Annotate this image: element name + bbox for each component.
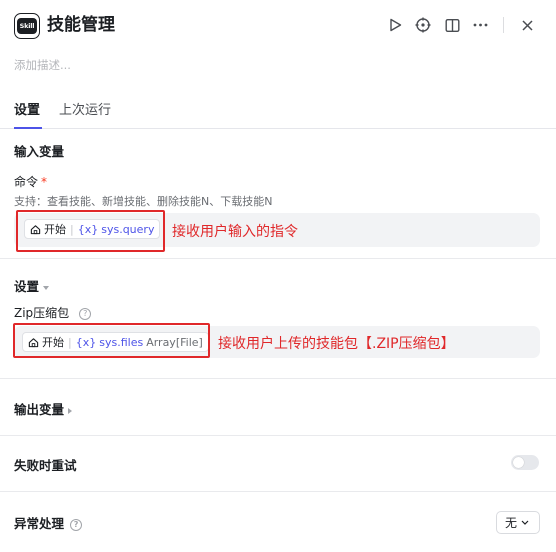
error-title-text: 异常处理 bbox=[14, 516, 65, 531]
skill-app-icon-text: Skill bbox=[17, 18, 37, 34]
header-separator bbox=[503, 17, 504, 33]
tab-last-run[interactable]: 上次运行 bbox=[59, 99, 111, 118]
command-hint: 支持：查看技能、新增技能、删除技能N、下载技能N bbox=[14, 195, 273, 208]
tab-bar: 设置 上次运行 bbox=[0, 92, 556, 129]
description-input[interactable]: 添加描述... bbox=[14, 57, 71, 73]
error-handling-title: 异常处理? bbox=[14, 513, 83, 532]
page-title: 技能管理 bbox=[47, 15, 115, 35]
command-label: 命令 * bbox=[14, 173, 47, 190]
required-mark: * bbox=[41, 175, 48, 189]
zip-annotation: 接收用户上传的技能包【.ZIP压缩包】 bbox=[218, 336, 455, 352]
retry-toggle[interactable] bbox=[511, 455, 539, 470]
locate-icon[interactable] bbox=[412, 14, 434, 36]
panel-header: Skill 技能管理 bbox=[0, 0, 556, 52]
highlight-box-zip bbox=[13, 323, 210, 358]
play-icon[interactable] bbox=[384, 14, 406, 36]
section-divider bbox=[0, 378, 556, 379]
output-variables-title[interactable]: 输出变量 bbox=[14, 399, 73, 418]
error-handling-value: 无 bbox=[505, 516, 518, 530]
skill-app-icon: Skill bbox=[14, 13, 40, 39]
error-handling-select[interactable]: 无 bbox=[496, 511, 540, 534]
section-divider bbox=[0, 435, 556, 436]
toggle-knob bbox=[513, 457, 524, 468]
highlight-box-command bbox=[16, 210, 165, 252]
help-icon[interactable]: ? bbox=[79, 307, 92, 320]
more-icon[interactable] bbox=[469, 14, 491, 36]
panel-icon[interactable] bbox=[441, 14, 463, 36]
section-divider bbox=[0, 491, 556, 492]
input-variables-title: 输入变量 bbox=[14, 144, 65, 159]
chevron-down-icon bbox=[43, 285, 50, 290]
active-tab-indicator bbox=[14, 127, 42, 129]
chevron-right-icon bbox=[68, 407, 73, 414]
zip-label: Zip压缩包? bbox=[14, 304, 92, 321]
command-annotation: 接收用户输入的指令 bbox=[172, 224, 298, 240]
section-divider bbox=[0, 258, 556, 259]
close-icon[interactable] bbox=[516, 14, 538, 36]
retry-title: 失败时重试 bbox=[14, 458, 77, 473]
zip-label-text: Zip压缩包 bbox=[14, 306, 70, 320]
help-icon[interactable]: ? bbox=[70, 518, 83, 531]
settings-section-title[interactable]: 设置 bbox=[14, 276, 50, 295]
output-title-text: 输出变量 bbox=[14, 402, 65, 417]
chevron-down-icon bbox=[521, 520, 529, 525]
settings-title-text: 设置 bbox=[14, 279, 40, 294]
command-label-text: 命令 bbox=[14, 175, 39, 189]
tab-settings[interactable]: 设置 bbox=[14, 99, 40, 118]
